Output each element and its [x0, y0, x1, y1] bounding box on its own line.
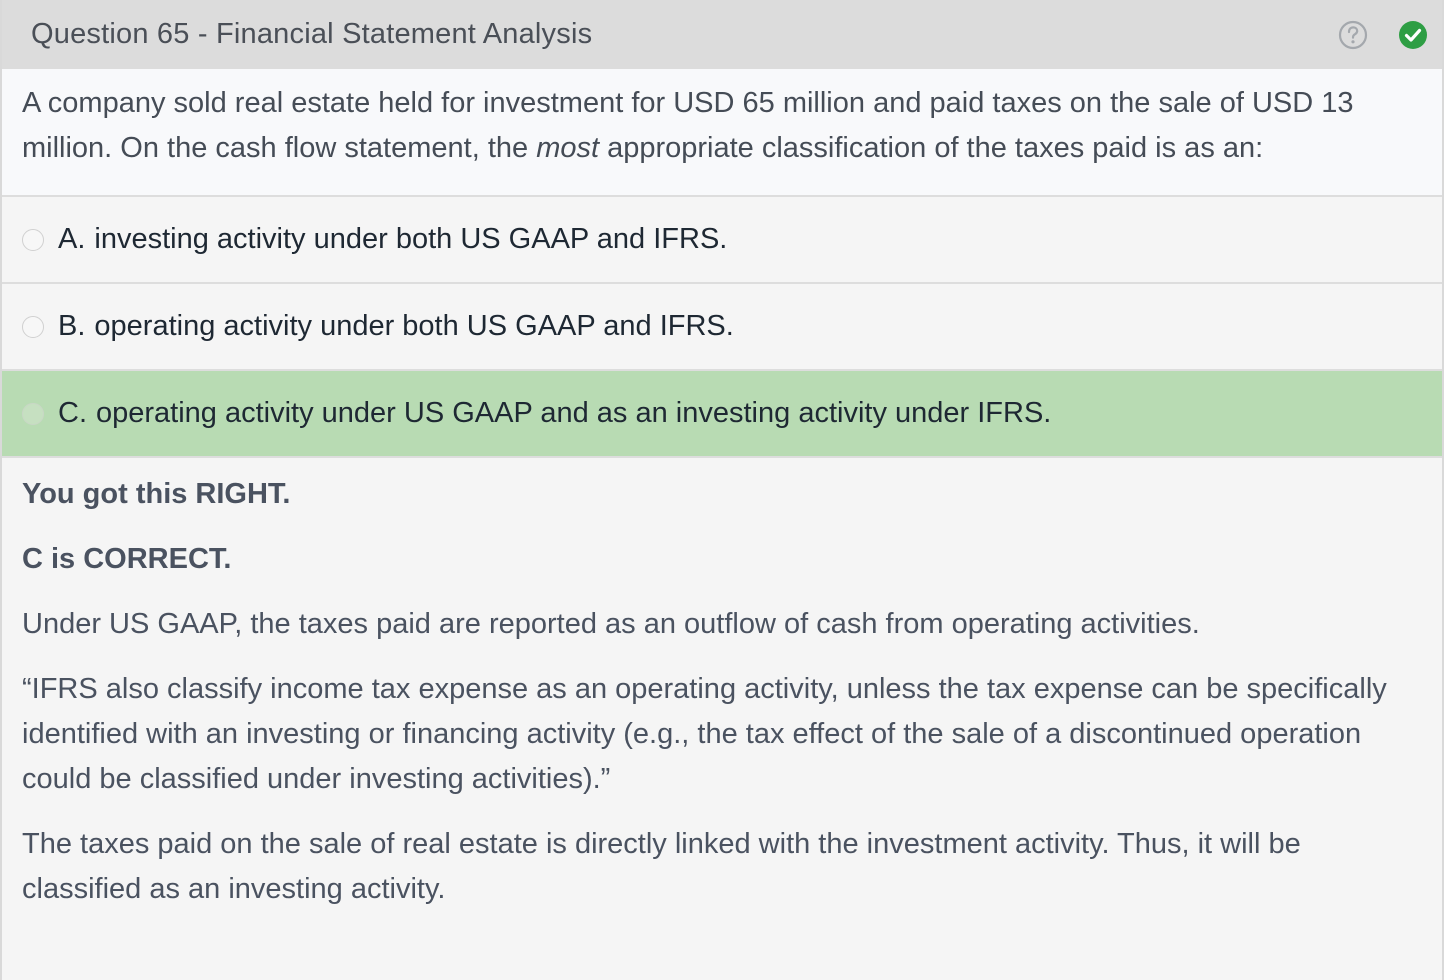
question-stem: A company sold real estate held for inve…: [2, 69, 1442, 197]
stem-text-part2: appropriate classification of the taxes …: [599, 132, 1264, 164]
question-circle-icon[interactable]: [1338, 20, 1368, 50]
choice-c[interactable]: C. operating activity under US GAAP and …: [2, 371, 1442, 458]
choice-b[interactable]: B. operating activity under both US GAAP…: [2, 284, 1442, 371]
question-title: Question 65 - Financial Statement Analys…: [31, 18, 593, 50]
choice-letter-b: B.: [58, 310, 86, 342]
radio-button-a[interactable]: [22, 228, 44, 251]
explanation-paragraph: The taxes paid on the sale of real estat…: [22, 828, 1301, 905]
choice-text-a: investing activity under both US GAAP an…: [94, 223, 728, 255]
explanation-paragraph: Under US GAAP, the taxes paid are report…: [22, 608, 1200, 640]
result-text: You got this RIGHT.: [22, 478, 291, 510]
explanation: You got this RIGHT. C is CORRECT. Under …: [2, 458, 1442, 912]
choice-letter-c: C.: [58, 397, 87, 429]
check-circle-icon: [1398, 20, 1428, 50]
question-header: Question 65 - Financial Statement Analys…: [2, 0, 1442, 69]
question-panel: Question 65 - Financial Statement Analys…: [0, 0, 1444, 980]
choice-text-b: operating activity under both US GAAP an…: [94, 310, 734, 342]
explanation-paragraph: “IFRS also classify income tax expense a…: [22, 673, 1387, 795]
stem-emphasis: most: [536, 132, 600, 164]
choice-letter-a: A.: [58, 223, 86, 255]
verdict-text: C is CORRECT.: [22, 543, 232, 575]
radio-button-c[interactable]: [22, 402, 44, 425]
choice-a[interactable]: A. investing activity under both US GAAP…: [2, 197, 1442, 284]
header-icons: [1338, 20, 1428, 50]
choice-text-c: operating activity under US GAAP and as …: [96, 397, 1052, 429]
radio-button-b[interactable]: [22, 315, 44, 338]
